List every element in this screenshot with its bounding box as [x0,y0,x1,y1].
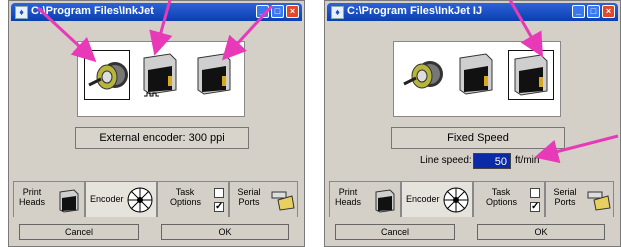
serial-port-icon [271,191,295,211]
encoder-icon [88,62,128,90]
minimize-button[interactable]: _ [256,5,269,18]
serial-port-icon [587,191,611,211]
encoder-window-fixed-speed: ♦ C:\Program Files\InkJet IJ _ □ × Fixed… [324,0,621,247]
tab-encoder[interactable]: Encoder [401,181,473,217]
encoder-wheel-icon [127,187,153,213]
fixed-speed-option[interactable] [192,50,238,100]
encoder-status: Fixed Speed [391,127,565,149]
title-bar[interactable]: ♦ C:\Program Files\InkJet _ □ × [11,3,302,21]
tab-serial-ports[interactable]: Serial Ports [545,181,614,217]
encoder-status: External encoder: 300 ppi [75,127,249,149]
tab-serial-ports[interactable]: Serial Ports [229,181,298,217]
fixed-speed-icon [514,54,548,96]
print-head-icon [59,189,79,213]
encoder-option-panel [393,41,561,117]
line-speed-input[interactable]: 50 [473,153,511,169]
close-button[interactable]: × [286,5,299,18]
encoder-icon [403,61,443,89]
maximize-button[interactable]: □ [587,5,600,18]
app-icon[interactable]: ♦ [15,6,28,19]
line-speed-label: Line speed: [420,155,472,166]
ok-button[interactable]: OK [477,224,605,240]
cancel-button[interactable]: Cancel [19,224,139,240]
checkbox-icon [214,188,224,198]
tab-task-options[interactable]: Task Options ✓ [157,181,229,217]
print-head-icon [375,189,395,213]
encoder-wheel-icon [443,187,469,213]
internal-encoder-option[interactable] [454,50,500,100]
title-bar[interactable]: ♦ C:\Program Files\InkJet IJ _ □ × [327,3,618,21]
print-head-icon [143,53,177,97]
minimize-button[interactable]: _ [572,5,585,18]
tab-task-options[interactable]: Task Options ✓ [473,181,545,217]
fixed-speed-icon [197,53,231,95]
checkbox-icon [530,188,540,198]
close-button[interactable]: × [602,5,615,18]
tab-print-heads[interactable]: Print Heads [329,181,401,217]
tab-print-heads[interactable]: Print Heads [13,181,85,217]
encoder-window-external: ♦ C:\Program Files\InkJet _ □ × External… [8,0,305,247]
encoder-option-panel [77,41,245,117]
window-title: C:\Program Files\InkJet IJ [347,5,483,17]
external-encoder-option[interactable] [84,50,130,100]
tab-encoder[interactable]: Encoder [85,181,157,217]
checkbox-checked-icon: ✓ [214,201,224,212]
tab-strip: Print Heads Encoder Task Options ✓ Seria… [13,181,298,217]
window-title: C:\Program Files\InkJet [31,5,154,17]
external-encoder-option[interactable] [400,50,446,100]
checkbox-checked-icon: ✓ [530,201,540,212]
fixed-speed-option[interactable] [508,50,554,100]
cancel-button[interactable]: Cancel [335,224,455,240]
internal-encoder-option[interactable] [138,50,184,100]
print-head-icon [459,53,493,95]
app-icon[interactable]: ♦ [331,6,344,19]
tab-strip: Print Heads Encoder Task Options ✓ Seria… [329,181,614,217]
line-speed-unit: ft/min [515,155,540,166]
ok-button[interactable]: OK [161,224,289,240]
maximize-button[interactable]: □ [271,5,284,18]
